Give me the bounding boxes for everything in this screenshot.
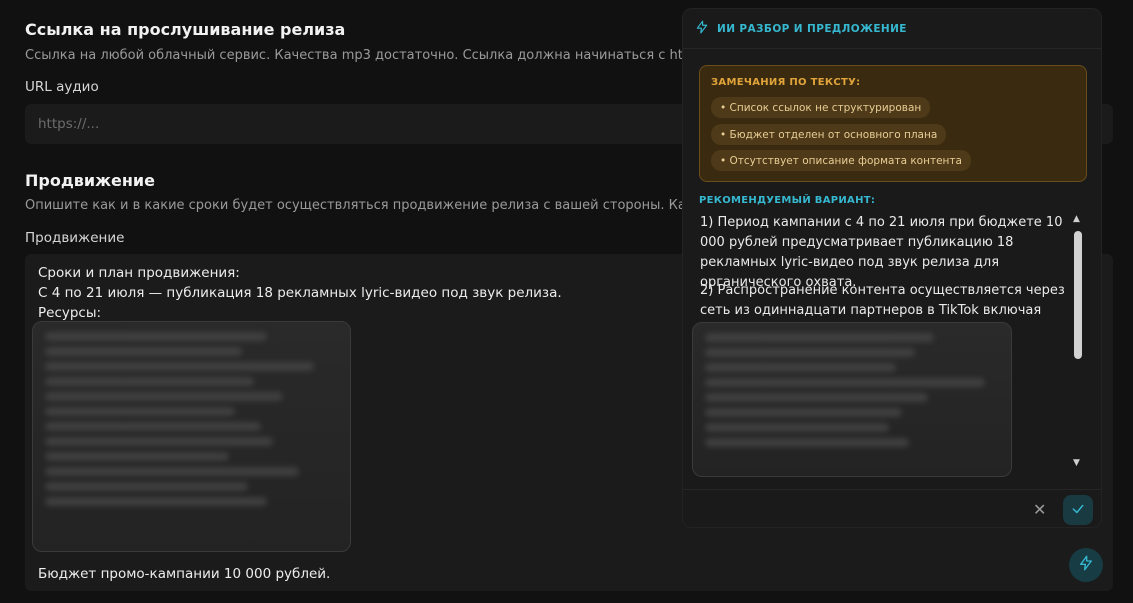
close-icon[interactable]: ✕ — [1033, 500, 1046, 519]
ai-panel-header: ИИ РАЗБОР И ПРЕДЛОЖЕНИЕ — [683, 9, 1101, 49]
ai-assist-button[interactable] — [1069, 548, 1103, 582]
ai-panel: ИИ РАЗБОР И ПРЕДЛОЖЕНИЕ ЗАМЕЧАНИЯ ПО ТЕК… — [682, 8, 1102, 528]
blurred-links-block — [692, 322, 1012, 477]
issues-title: ЗАМЕЧАНИЯ ПО ТЕКСТУ: — [711, 77, 861, 88]
url-audio-label: URL аудио — [25, 79, 99, 95]
promotion-text-line: Сроки и план продвижения: — [38, 265, 240, 281]
lightning-icon — [1078, 555, 1094, 575]
issue-chip: • Бюджет отделен от основного плана — [711, 124, 947, 145]
promotion-budget-line: Бюджет промо-кампании 10 000 рублей. — [38, 566, 331, 582]
release-link-title: Ссылка на прослушивание релиза — [25, 20, 346, 39]
promotion-text-line: Ресурсы: — [38, 305, 102, 321]
check-icon — [1071, 501, 1085, 520]
issue-chip: • Список ссылок не структурирован — [711, 97, 931, 118]
accept-button[interactable] — [1063, 495, 1093, 525]
triangle-up-icon[interactable]: ▲ — [1073, 214, 1080, 224]
issues-box: ЗАМЕЧАНИЯ ПО ТЕКСТУ: • Список ссылок не … — [699, 65, 1087, 182]
lightning-icon — [695, 19, 709, 38]
scrollbar-thumb[interactable] — [1074, 231, 1082, 359]
blurred-links-block — [32, 321, 351, 552]
recommended-title: РЕКОМЕНДУЕМЫЙ ВАРИАНТ: — [699, 195, 876, 206]
url-audio-placeholder: https://... — [38, 116, 100, 132]
release-link-description: Ссылка на любой облачный сервис. Качеств… — [25, 48, 717, 63]
promotion-title: Продвижение — [25, 171, 155, 190]
issue-chip: • Отсутствует описание формата контента — [711, 150, 971, 171]
recommended-paragraph: 2) Распространение контента осуществляет… — [700, 283, 1065, 318]
promotion-text-line: С 4 по 21 июля — публикация 18 рекламных… — [38, 285, 562, 301]
ai-panel-title: ИИ РАЗБОР И ПРЕДЛОЖЕНИЕ — [717, 22, 907, 35]
ai-panel-footer: ✕ — [683, 489, 1101, 529]
triangle-down-icon[interactable]: ▼ — [1073, 458, 1080, 468]
promotion-field-label: Продвижение — [25, 230, 125, 246]
